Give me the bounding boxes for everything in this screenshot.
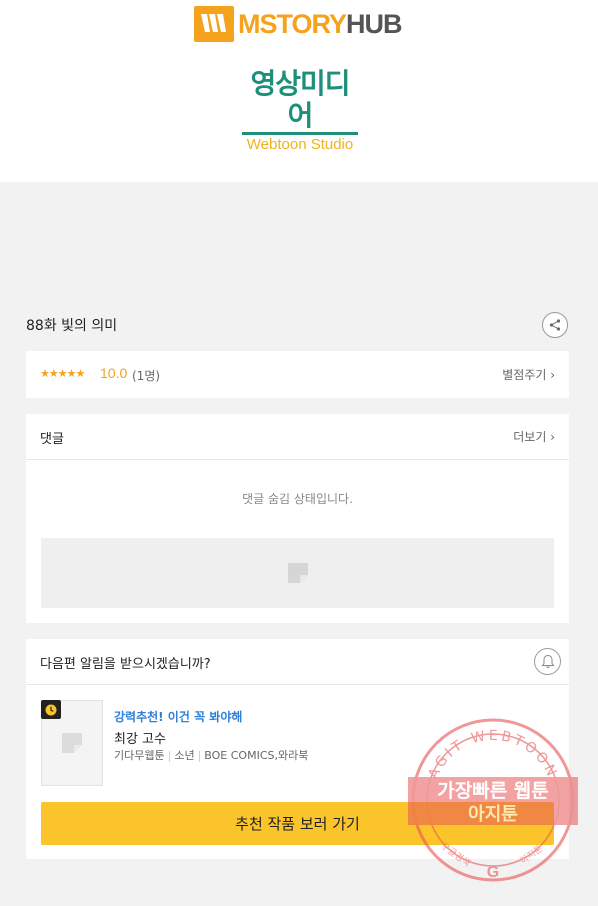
- logo-story-text: STORY: [259, 8, 348, 39]
- episode-title: 88화 빛의 의미: [26, 318, 118, 334]
- comment-heading: 댓글: [40, 432, 64, 447]
- studio-logo-korean: 영상미디어: [250, 67, 350, 132]
- rating-score: 10.0: [100, 365, 128, 381]
- comment-card: 댓글 더보기 › 댓글 숨김 상태입니다.: [26, 414, 569, 623]
- notify-bell-button[interactable]: [534, 648, 561, 675]
- recommend-label: 강력추천! 이건 꼭 봐야해: [114, 710, 243, 724]
- meta-separator: |: [197, 749, 202, 762]
- studio-logo-english: Webtoon Studio: [246, 136, 354, 153]
- studio-logo-underline: [242, 132, 358, 135]
- share-icon: [549, 319, 561, 331]
- rate-button[interactable]: 별점주기 ›: [502, 366, 555, 383]
- rating-count: (1명): [132, 369, 161, 383]
- logo-hub-text: HUB: [346, 8, 402, 39]
- mstoryhub-logo[interactable]: MSTORYHUB: [194, 6, 403, 42]
- divider: [26, 459, 569, 460]
- recommend-genre: 소년: [174, 749, 195, 762]
- mstoryhub-wordmark: MSTORYHUB: [238, 8, 403, 40]
- recommend-publisher: BOE COMICS,와라북: [204, 749, 309, 762]
- logo-m-text: M: [238, 8, 260, 39]
- image-placeholder-icon: [288, 563, 308, 583]
- comment-hidden-message: 댓글 숨김 상태입니다.: [242, 492, 353, 506]
- mstory-logo-mark: [194, 6, 234, 42]
- divider: [26, 684, 569, 685]
- rating-card: ★★★★★ 10.0 (1명) 별점주기 ›: [26, 351, 569, 398]
- meta-separator: |: [167, 749, 172, 762]
- image-placeholder-icon: [62, 733, 82, 753]
- bell-icon: [541, 654, 554, 668]
- ad-placeholder[interactable]: [41, 538, 554, 608]
- studio-logo: 영상미디어 Webtoon Studio: [240, 68, 360, 153]
- recommend-title[interactable]: 최강 고수: [114, 728, 166, 747]
- notify-card: 다음편 알림을 받으시겠습니까? 강력추천! 이건 꼭 봐야해 최강 고수 기다…: [26, 639, 569, 859]
- recommend-meta: 기다무웹툰 | 소년 | BOE COMICS,와라북: [114, 747, 308, 763]
- recommend-category: 기다무웹툰: [114, 749, 165, 762]
- recommend-go-button[interactable]: 추천 작품 보러 가기: [41, 802, 554, 845]
- share-button[interactable]: [542, 312, 568, 338]
- comment-more-link[interactable]: 더보기 ›: [513, 428, 555, 445]
- rating-stars: ★★★★★: [40, 367, 85, 380]
- clock-badge-icon: [41, 700, 61, 719]
- watermark-g-letter: G: [487, 864, 499, 881]
- notify-question: 다음편 알림을 받으시겠습니까?: [40, 657, 211, 672]
